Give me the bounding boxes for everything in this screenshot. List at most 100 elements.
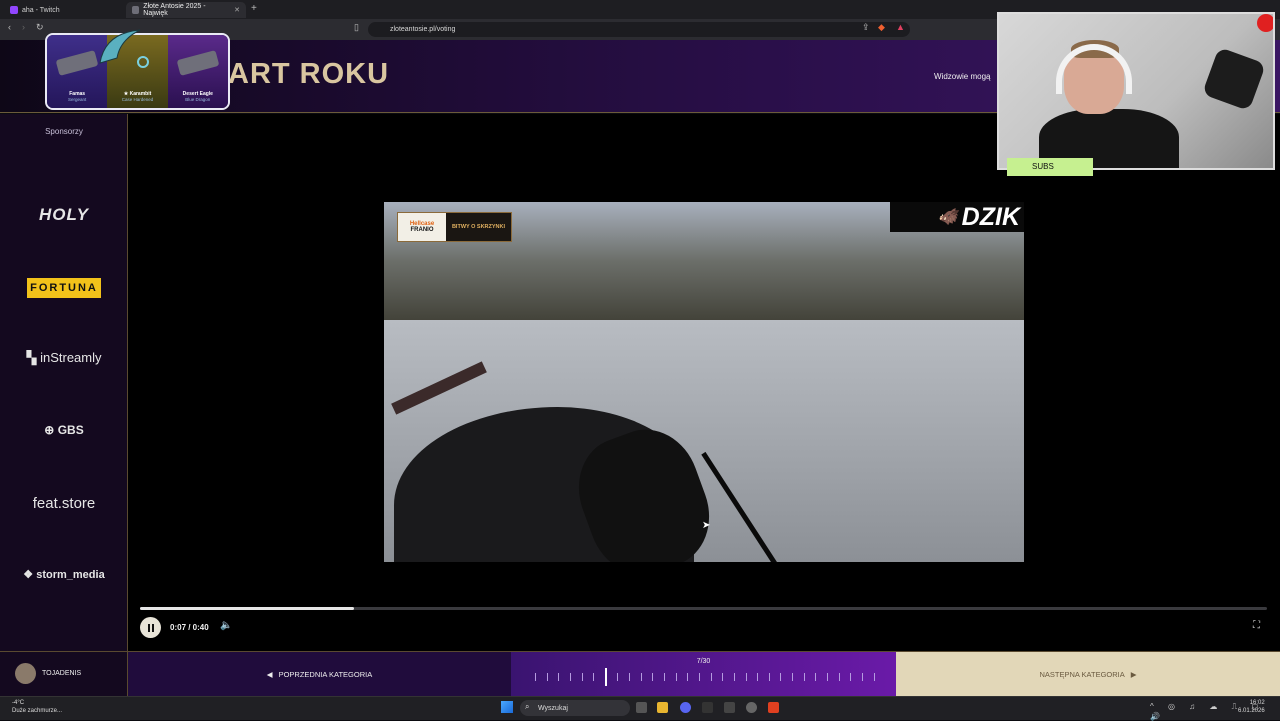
discord-icon[interactable] [680,702,691,713]
weather-widget[interactable]: -4°C Duże zachmurze... [12,699,62,715]
tab-title: Złote Antosie 2025 - Najwięk [143,3,206,17]
crosshair-icon: ⊕ [44,423,58,437]
volume-icon[interactable]: 🔈 [220,620,232,631]
search-label: Wyszukaj [538,704,568,712]
file-explorer-icon[interactable] [657,702,668,713]
user-profile[interactable]: TOJADENIS [0,651,128,696]
category-tick [629,673,631,681]
badge-sponsor: Hellcase FRANIO [398,213,446,241]
category-tick [698,673,700,681]
category-tick [780,673,782,681]
video-progress-fill [140,607,355,610]
address-bar[interactable]: zloteantosie.pl/voting [368,22,910,37]
arrow-right-icon: ▶ [1130,669,1137,679]
back-icon[interactable]: ‹ [8,22,11,32]
brave-icon[interactable] [768,702,779,713]
category-tick [675,673,677,681]
clock-date: 6.01.2026 [1238,708,1265,714]
video-brand-logo: 🐗 DZIK [890,202,1024,232]
clock-time: 16:02 [1249,700,1265,706]
twitch-icon [10,6,18,14]
webcam-overlay [997,12,1275,170]
previous-category-label: POPRZEDNIA KATEGORIA [278,669,373,679]
share-icon[interactable]: ⇪ [862,22,870,33]
tab-title: aha - Twitch [22,6,60,14]
category-tick [745,673,747,681]
category-tick [827,673,829,681]
skin-finish: Blue Dragon [185,97,211,102]
task-view-icon[interactable] [636,702,647,713]
microphone-icon [1201,46,1267,112]
mouse-cursor-icon: ➤ [702,520,711,531]
category-tick [617,673,619,681]
app-icon[interactable] [724,702,735,713]
tab-zloteantosie[interactable]: Złote Antosie 2025 - Najwięk ✕ [126,2,246,18]
video-player[interactable]: Hellcase FRANIO BITWY O SKRZYNKI 🐗 DZIK [384,202,1024,562]
video-sponsor-badge: Hellcase FRANIO BITWY O SKRZYNKI [397,212,512,242]
category-tick [652,673,654,681]
next-category-label: NASTĘPNA KATEGORIA [1039,669,1125,679]
category-tick [838,673,840,681]
category-tick [861,673,863,681]
pause-button[interactable] [140,617,161,638]
category-tick [850,673,852,681]
brave-rewards-icon[interactable]: ▲ [896,22,905,32]
previous-category-button[interactable]: ◀ POPRZEDNIA KATEGORIA [128,652,511,696]
brand-text: DZIK [961,202,1020,231]
rifle-icon [55,50,99,76]
record-indicator-icon [1257,14,1273,32]
brave-shield-icon[interactable]: ◆ [878,22,885,33]
fullscreen-icon[interactable]: ⛶ [1253,620,1260,631]
skin-deagle: Desert Eagle Blue Dragon [167,35,228,108]
bookmark-icon[interactable]: ▯ [354,22,359,33]
sponsor-label: GBS [57,423,84,437]
app-icon[interactable] [702,702,713,713]
sponsor-instreamly-logo[interactable]: ▚ inStreamly [0,350,128,366]
category-tick [733,673,735,681]
sponsor-holy-logo[interactable]: HOLY [0,205,128,225]
playback-time: 0:07 / 0:40 [170,623,209,632]
instreamly-icon: ▚ [26,350,41,365]
category-tick [581,673,583,681]
category-tick [757,673,759,681]
reload-icon[interactable]: ↻ [36,22,44,33]
sponsor-featstore-logo[interactable]: feat.store [0,495,128,512]
skin-finish: Case Hardened [121,97,154,102]
tab-twitch[interactable]: aha - Twitch [4,2,66,18]
sponsor-stormmedia-logo[interactable]: ❖ storm_media [0,568,128,581]
category-tick [722,673,724,681]
category-tick [593,673,595,681]
subs-badge: SUBS [1007,158,1093,176]
skin-finish: Sergeant [68,97,87,102]
obs-icon[interactable] [746,702,757,713]
taskbar-clock[interactable]: 16:02 6.01.2026 [1238,699,1265,715]
sponsor-label: inStreamly [40,350,102,365]
sponsor-fortuna-logo[interactable]: FORTUNA [27,278,101,298]
windows-start-icon[interactable] [501,701,513,713]
badge-text: BITWY O SKRZYNKI [451,224,506,230]
arrow-left-icon: ◀ [266,669,273,679]
url-text: zloteantosie.pl/voting [390,26,456,33]
avatar [15,663,36,684]
category-tick [815,673,817,681]
boar-icon: 🐗 [937,209,958,226]
category-tick [792,673,794,681]
category-counter: 7/30 [696,658,711,665]
sponsor-gbs-logo[interactable]: ⊕ GBS [0,423,128,437]
sponsor-label: storm_media [36,569,105,581]
category-tick [873,673,875,681]
page-icon [132,6,140,14]
category-tick [640,673,642,681]
search-icon: ⌕ [525,702,530,711]
category-tick [604,668,607,686]
category-tick [687,673,689,681]
headphones-icon [1056,44,1132,94]
next-category-button[interactable]: NASTĘPNA KATEGORIA ▶ [896,652,1280,696]
forward-icon[interactable]: › [22,22,25,32]
category-tick [768,673,770,681]
weather-desc: Duże zachmurze... [12,708,63,714]
taskbar-search[interactable]: Wyszukaj [520,700,630,716]
close-tab-icon[interactable]: ✕ [234,6,240,14]
new-tab-button[interactable]: + [251,3,257,14]
weather-temp: -4°C [12,700,25,706]
